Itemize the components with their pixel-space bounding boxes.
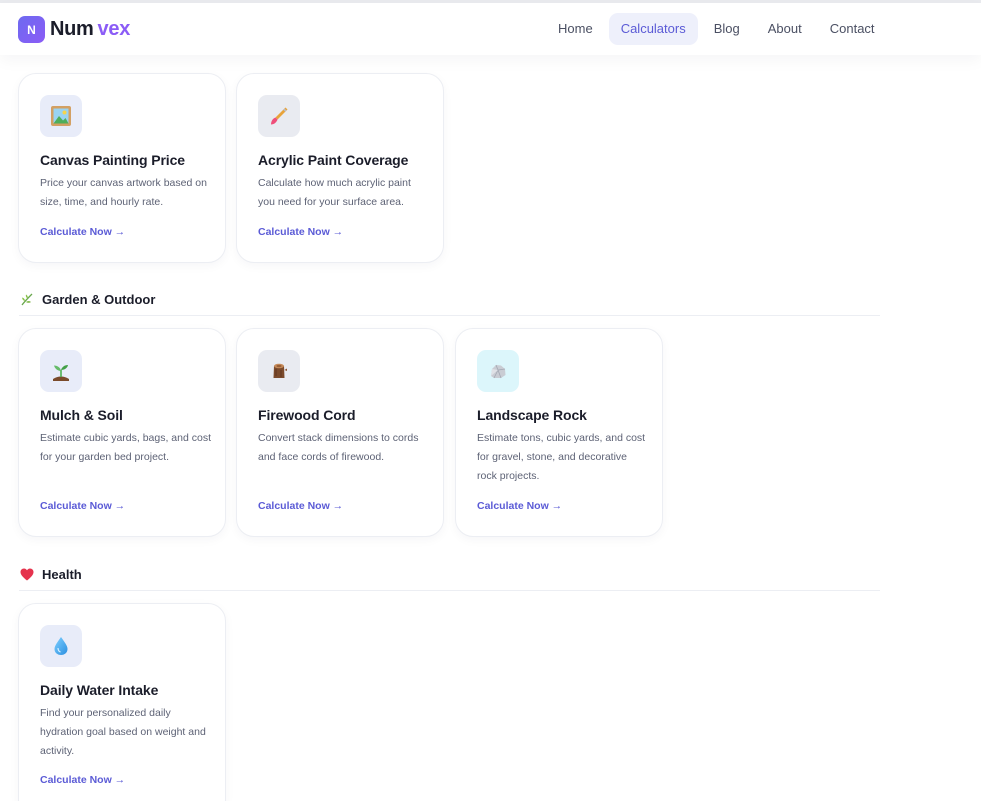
calculate-now-link[interactable]: Calculate Now → bbox=[477, 500, 562, 512]
section-header-health: Health bbox=[19, 566, 82, 582]
logo-badge-icon: N bbox=[18, 16, 45, 43]
calculator-card[interactable]: Firewood Cord Convert stack dimensions t… bbox=[236, 328, 444, 537]
section-divider bbox=[19, 315, 880, 316]
nav-calculators[interactable]: Calculators bbox=[608, 13, 698, 45]
card-description: Estimate tons, cubic yards, and cost for… bbox=[477, 432, 646, 482]
calculate-now-link[interactable]: Calculate Now → bbox=[40, 226, 125, 238]
section-header-garden: Garden & Outdoor bbox=[19, 291, 155, 307]
section-divider bbox=[19, 590, 880, 591]
calculate-now-link[interactable]: Calculate Now → bbox=[40, 774, 125, 786]
card-description: Find your personalized daily hydration g… bbox=[40, 707, 206, 757]
nav-about[interactable]: About bbox=[756, 13, 814, 45]
wood-log-icon bbox=[258, 350, 300, 392]
calculate-now-link[interactable]: Calculate Now → bbox=[40, 500, 125, 512]
calculator-card[interactable]: Canvas Painting Price Price your canvas … bbox=[18, 73, 226, 263]
main-nav: Home Calculators Blog About Contact bbox=[546, 13, 891, 45]
card-title: Acrylic Paint Coverage bbox=[258, 152, 409, 168]
calculator-card[interactable]: Daily Water Intake Find your personalize… bbox=[18, 603, 226, 801]
calculator-card[interactable]: Mulch & Soil Estimate cubic yards, bags,… bbox=[18, 328, 226, 537]
droplet-icon bbox=[40, 625, 82, 667]
calculator-card[interactable]: Landscape Rock Estimate tons, cubic yard… bbox=[455, 328, 663, 537]
card-title: Canvas Painting Price bbox=[40, 152, 185, 168]
card-title: Mulch & Soil bbox=[40, 407, 123, 423]
brand-name: Num vex bbox=[50, 18, 130, 41]
nav-contact[interactable]: Contact bbox=[818, 13, 887, 45]
card-description: Estimate cubic yards, bags, and cost for… bbox=[40, 432, 211, 463]
seedling-icon bbox=[40, 350, 82, 392]
brand-logo[interactable]: N Num vex bbox=[18, 16, 130, 43]
nav-blog[interactable]: Blog bbox=[702, 13, 752, 45]
calculate-now-link[interactable]: Calculate Now → bbox=[258, 500, 343, 512]
brand-name-part1: Num bbox=[50, 18, 94, 40]
card-description: Price your canvas artwork based on size,… bbox=[40, 177, 207, 208]
card-title: Landscape Rock bbox=[477, 407, 587, 423]
paintbrush-icon bbox=[258, 95, 300, 137]
card-description: Convert stack dimensions to cords and fa… bbox=[258, 432, 419, 463]
framed-picture-icon bbox=[40, 95, 82, 137]
section-title: Health bbox=[42, 566, 82, 582]
calculator-card[interactable]: Acrylic Paint Coverage Calculate how muc… bbox=[236, 73, 444, 263]
brand-name-part2: vex bbox=[97, 18, 131, 40]
rock-icon bbox=[477, 350, 519, 392]
nav-home[interactable]: Home bbox=[546, 13, 605, 45]
site-header: N Num vex Home Calculators Blog About Con… bbox=[0, 3, 981, 55]
herb-icon bbox=[19, 291, 35, 307]
section-title: Garden & Outdoor bbox=[42, 291, 156, 307]
card-title: Firewood Cord bbox=[258, 407, 356, 423]
card-title: Daily Water Intake bbox=[40, 682, 159, 698]
heart-icon bbox=[19, 566, 35, 582]
card-description: Calculate how much acrylic paint you nee… bbox=[258, 177, 411, 208]
calculate-now-link[interactable]: Calculate Now → bbox=[258, 226, 343, 238]
